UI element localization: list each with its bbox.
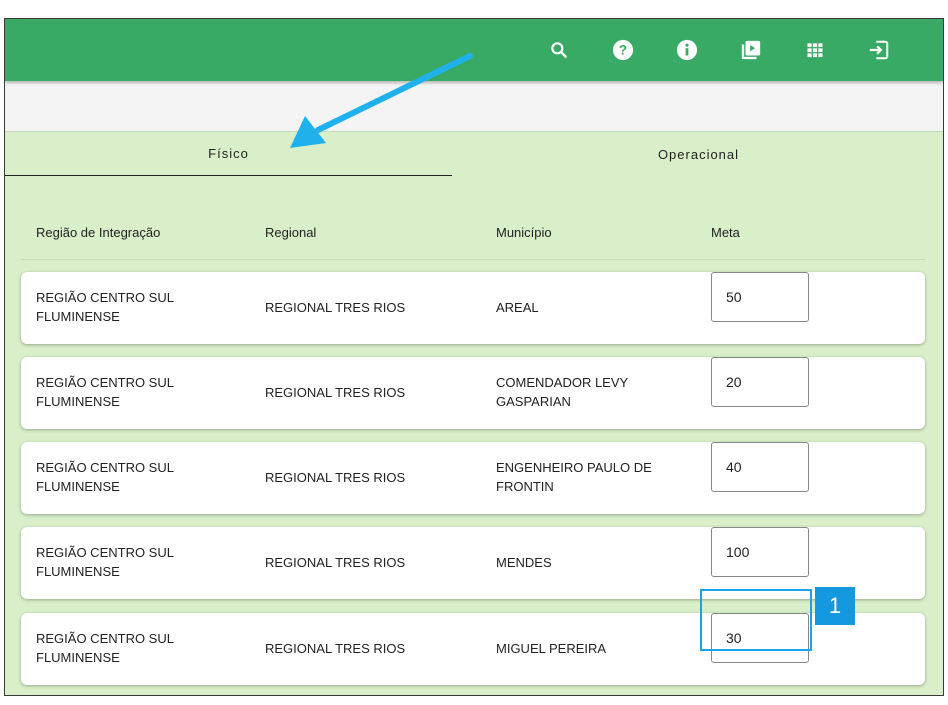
table-header: Região de Integração Regional Município … bbox=[21, 219, 925, 260]
table-row: REGIÃO CENTRO SUL FLUMINENSE REGIONAL TR… bbox=[21, 357, 925, 429]
svg-text:?: ? bbox=[619, 43, 627, 58]
header-municipio: Município bbox=[496, 225, 552, 240]
cell-municipio: MIGUEL PEREIRA bbox=[496, 641, 607, 656]
tab-operacional[interactable]: Operacional bbox=[475, 131, 922, 177]
cell-regiao: REGIÃO CENTRO SUL FLUMINENSE bbox=[36, 631, 174, 665]
table-row: REGIÃO CENTRO SUL FLUMINENSE REGIONAL TR… bbox=[21, 613, 925, 685]
meta-input[interactable] bbox=[711, 613, 809, 663]
meta-input[interactable] bbox=[711, 527, 809, 577]
info-icon[interactable] bbox=[674, 37, 700, 63]
cell-municipio: COMENDADOR LEVY GASPARIAN bbox=[496, 375, 628, 409]
cell-regiao: REGIÃO CENTRO SUL FLUMINENSE bbox=[36, 290, 174, 324]
cell-regiao: REGIÃO CENTRO SUL FLUMINENSE bbox=[36, 460, 174, 494]
header-regional: Regional bbox=[265, 225, 317, 240]
cell-regional: REGIONAL TRES RIOS bbox=[265, 385, 406, 400]
cell-regional: REGIONAL TRES RIOS bbox=[265, 470, 406, 485]
search-icon[interactable] bbox=[546, 37, 572, 63]
meta-input[interactable] bbox=[711, 357, 809, 407]
tab-fisico[interactable]: Físico bbox=[5, 131, 452, 176]
meta-input[interactable] bbox=[711, 442, 809, 492]
meta-input[interactable] bbox=[711, 272, 809, 322]
cell-regional: REGIONAL TRES RIOS bbox=[265, 555, 406, 570]
cell-regional: REGIONAL TRES RIOS bbox=[265, 300, 406, 315]
sub-toolbar bbox=[5, 81, 943, 132]
table-row: REGIÃO CENTRO SUL FLUMINENSE REGIONAL TR… bbox=[21, 527, 925, 599]
top-app-bar: ? bbox=[5, 19, 943, 81]
cell-regiao: REGIÃO CENTRO SUL FLUMINENSE bbox=[36, 375, 174, 409]
cell-municipio: MENDES bbox=[496, 555, 552, 570]
cell-municipio: AREAL bbox=[496, 300, 539, 315]
cell-regiao: REGIÃO CENTRO SUL FLUMINENSE bbox=[36, 545, 174, 579]
annotation-badge: 1 bbox=[815, 587, 855, 625]
tab-bar: Físico Operacional bbox=[5, 131, 943, 177]
app-window: ? Físico Operacional Região de Integraçã… bbox=[4, 18, 944, 696]
table-row: REGIÃO CENTRO SUL FLUMINENSE REGIONAL TR… bbox=[21, 442, 925, 514]
cell-regional: REGIONAL TRES RIOS bbox=[265, 641, 406, 656]
header-meta: Meta bbox=[711, 225, 740, 240]
table-row: REGIÃO CENTRO SUL FLUMINENSE REGIONAL TR… bbox=[21, 272, 925, 344]
apps-grid-icon[interactable] bbox=[802, 37, 828, 63]
help-icon[interactable]: ? bbox=[610, 37, 636, 63]
header-regiao: Região de Integração bbox=[36, 225, 161, 240]
cell-municipio: ENGENHEIRO PAULO DE FRONTIN bbox=[496, 460, 652, 494]
logout-icon[interactable] bbox=[866, 37, 892, 63]
video-library-icon[interactable] bbox=[738, 37, 764, 63]
